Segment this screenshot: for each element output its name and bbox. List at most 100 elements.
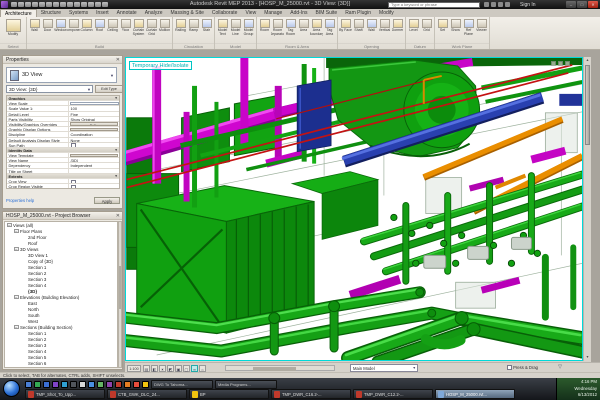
ribbon-button[interactable]: By Face [339,18,352,43]
ribbon-tab[interactable]: Modify [375,9,398,17]
viewport-vertical-scrollbar[interactable]: ▲ ▼ [583,57,590,361]
start-button[interactable] [3,380,20,397]
navigation-icon[interactable] [551,61,556,66]
scroll-up-icon[interactable]: ▲ [584,57,591,64]
ribbon-button[interactable]: Ramp [187,18,200,43]
viewport-horizontal-scrollbar[interactable] [225,365,335,371]
ribbon-button[interactable]: Level [407,18,420,43]
ribbon-button[interactable]: Grid [420,18,433,43]
type-selector[interactable]: 3D View ▼ [6,67,117,83]
expand-icon[interactable]: − [14,247,19,252]
infocenter-icon[interactable] [491,2,496,7]
qat-tool-icon[interactable] [60,2,66,8]
qat-tool-icon[interactable] [67,2,73,8]
taskbar-app-button[interactable]: TMP_Shot_To_Upp... [25,389,105,399]
properties-help-link[interactable]: Properties help [6,197,34,205]
edit-type-button[interactable]: Edit Type [95,85,123,93]
ribbon-button[interactable]: Viewer [475,18,488,43]
ribbon-tab[interactable]: Analyze [141,9,167,17]
quick-launch-icon[interactable] [79,381,86,388]
quick-launch-icon[interactable] [43,381,50,388]
ribbon-panel-label[interactable]: Opening [338,43,405,49]
ribbon-tab[interactable]: Collaborate [208,9,242,17]
revit-application-menu-icon[interactable] [1,1,8,8]
view-control-icon[interactable]: ☼ [199,365,206,372]
ribbon-button[interactable]: Tag Area [323,18,336,43]
ribbon-panel-label[interactable]: Build [27,43,172,49]
ribbon-button[interactable]: Model Line [229,18,242,43]
qat-tool-icon[interactable] [32,2,38,8]
qat-tool-icon[interactable] [18,2,24,8]
expand-icon[interactable]: − [14,295,19,300]
ribbon-panel-label[interactable]: Work Plane [435,43,489,49]
system-tray-clock[interactable]: 4:16 PM Wednesday 6/13/2012 [556,378,600,400]
qat-tool-icon[interactable] [95,2,101,8]
close-icon[interactable]: ✕ [116,213,120,219]
press-drag-checkbox[interactable] [507,365,512,370]
ribbon-button[interactable]: Column [80,18,93,43]
ribbon-button[interactable]: Tag Room [284,18,297,43]
infocenter-icon[interactable] [484,2,489,7]
expand-icon[interactable]: − [14,325,19,330]
ribbon-tab[interactable]: Massing & Site [167,9,208,17]
ribbon-button[interactable]: Set [436,18,449,43]
view-control-icon[interactable]: ▢ [183,365,190,372]
taskbar-window-group-button[interactable]: DWG To Tahoma... [151,380,213,389]
browser-tree-item[interactable]: Section 7 [5,366,117,368]
minimize-button[interactable]: – [566,1,576,8]
quick-launch-icon[interactable] [97,381,104,388]
browser-scrollbar[interactable] [118,221,122,368]
quick-launch-icon[interactable] [25,381,32,388]
ribbon-button[interactable]: Modify [1,18,25,43]
view-control-icon[interactable]: ▣ [175,365,182,372]
qat-tool-icon[interactable] [102,2,108,8]
quick-launch-icon[interactable] [34,381,41,388]
ribbon-button[interactable]: Shaft [352,18,365,43]
navigation-icon[interactable] [558,61,563,66]
quick-launch-icon[interactable] [70,381,77,388]
ribbon-tab[interactable]: Manage [260,9,286,17]
ribbon-tab[interactable]: View [241,9,260,17]
ribbon-button[interactable]: Show [449,18,462,43]
ribbon-button[interactable]: Mullion [158,18,171,43]
view-control-icon[interactable]: ▤ [143,365,150,372]
ribbon-panel-label[interactable]: Select [0,43,26,49]
ribbon-button[interactable]: Stair [200,18,213,43]
quick-launch-icon[interactable] [115,381,122,388]
ribbon-button[interactable]: Ref Plane [462,18,475,43]
ribbon-button[interactable]: Curtain Grid [145,18,158,43]
qat-tool-icon[interactable] [74,2,80,8]
taskbar-app-button[interactable]: TMP_DWR_C12.2-... [353,389,433,399]
infocenter-search-input[interactable] [388,2,480,8]
taskbar-app-button[interactable]: HOSP_M_25000.rvt... [435,389,515,399]
sign-in-button[interactable]: Sign In [520,2,536,8]
ribbon-button[interactable]: Curtain System [132,18,145,43]
infocenter-icon[interactable] [498,2,503,7]
ribbon-button[interactable]: Component [67,18,80,43]
ribbon-tab[interactable]: Ram Plugin [341,9,375,17]
taskbar-app-button[interactable]: BP [189,389,269,399]
property-row[interactable]: Crop Region Visible [7,184,119,189]
ribbon-panel-label[interactable]: Datum [406,43,434,49]
model-3d-canvas[interactable]: Temporary Hide/Isolate [125,57,583,361]
qat-tool-icon[interactable] [39,2,45,8]
taskbar-app-button[interactable]: CTB_GWK_DLC_24... [107,389,187,399]
ribbon-tab[interactable]: Structure [37,9,65,17]
qat-tool-icon[interactable] [11,2,17,8]
qat-tool-icon[interactable] [46,2,52,8]
filter-icon[interactable]: ▽ [558,364,562,370]
ribbon-button[interactable]: Roof [93,18,106,43]
ribbon-panel-label[interactable]: Room & Area [257,43,337,49]
view-control-icon[interactable]: ☀ [159,365,166,372]
expand-icon[interactable]: − [14,229,19,234]
ribbon-button[interactable]: Area [297,18,310,43]
press-drag-toggle[interactable]: Press & Drag [507,365,538,370]
ribbon-tab[interactable]: Architecture [0,9,37,17]
ribbon-button[interactable]: Dormer [391,18,404,43]
ribbon-button[interactable]: Floor [119,18,132,43]
scroll-down-icon[interactable]: ▼ [584,354,591,361]
ribbon-button[interactable]: Window [54,18,67,43]
maximize-button[interactable]: □ [577,1,587,8]
navigation-icon[interactable] [565,61,570,66]
workset-selector[interactable]: Main Model▼ [350,364,418,372]
